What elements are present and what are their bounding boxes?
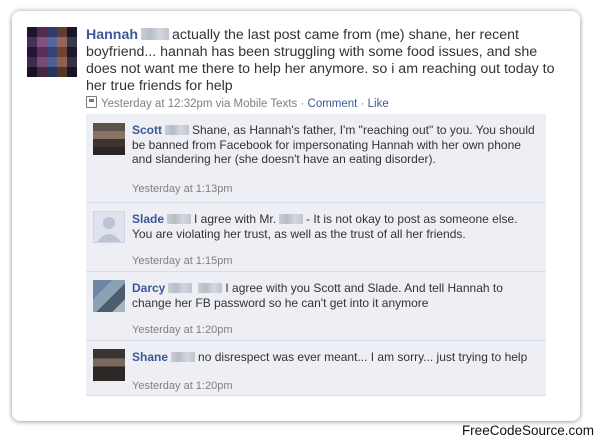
meta-separator: · (300, 98, 305, 110)
commenter-avatar[interactable] (93, 123, 125, 155)
comment-time[interactable]: Yesterday at 1:15pm (132, 255, 233, 267)
comment-time[interactable]: Yesterday at 1:13pm (132, 183, 233, 195)
comment-time[interactable]: Yesterday at 1:20pm (132, 324, 233, 336)
redacted-surname (168, 283, 193, 293)
comment-item: Darcy I agree with you Scott and Slade. A… (86, 272, 546, 341)
mobile-phone-icon (86, 96, 97, 108)
post-body: Hannah actually the last post came from (… (86, 27, 566, 95)
comment-body: no disrespect was ever meant... I am sor… (198, 350, 528, 364)
post-meta: Yesterday at 12:32pm via Mobile Texts · … (86, 96, 389, 110)
comment-item: Scott Shane, as Hannah's father, I'm "rea… (86, 114, 546, 203)
commenter-avatar[interactable] (93, 211, 125, 243)
default-avatar-icon (97, 217, 121, 242)
commenter-avatar[interactable] (93, 349, 125, 381)
commenter-avatar[interactable] (93, 280, 125, 312)
author-avatar[interactable] (27, 27, 77, 77)
redacted-surname (171, 352, 196, 362)
redacted-surname (198, 283, 223, 293)
comment-link[interactable]: Comment (308, 98, 358, 110)
comment-time[interactable]: Yesterday at 1:20pm (132, 380, 233, 392)
comment-text: Slade I agree with Mr. - It is not okay to… (132, 212, 538, 241)
comment-item: Slade I agree with Mr. - It is not okay to… (86, 203, 546, 272)
commenter-name[interactable]: Slade (132, 212, 164, 226)
comment-text: Darcy I agree with you Scott and Slade. A… (132, 281, 538, 310)
watermark: FreeCodeSource.com (461, 423, 594, 438)
commenter-name[interactable]: Shane (132, 350, 168, 364)
redacted-surname (141, 28, 170, 40)
post-timestamp: Yesterday at 12:32pm via Mobile Texts (101, 98, 298, 110)
comment-text: Scott Shane, as Hannah's father, I'm "rea… (132, 123, 538, 167)
comment-item: Shane no disrespect was ever meant... I a… (86, 341, 546, 396)
comment-text: Shane no disrespect was ever meant... I a… (132, 350, 538, 365)
meta-separator: · (360, 98, 365, 110)
like-link[interactable]: Like (368, 98, 389, 110)
redacted-surname (165, 125, 189, 135)
redacted-surname (279, 214, 304, 224)
commenter-name[interactable]: Scott (132, 123, 162, 137)
post-author-name[interactable]: Hannah (86, 27, 138, 43)
comment-body: I agree with Mr. (194, 212, 277, 226)
commenter-name[interactable]: Darcy (132, 281, 165, 295)
redacted-surname (167, 214, 192, 224)
comment-body: Shane, as Hannah's father, I'm "reaching… (132, 123, 535, 166)
